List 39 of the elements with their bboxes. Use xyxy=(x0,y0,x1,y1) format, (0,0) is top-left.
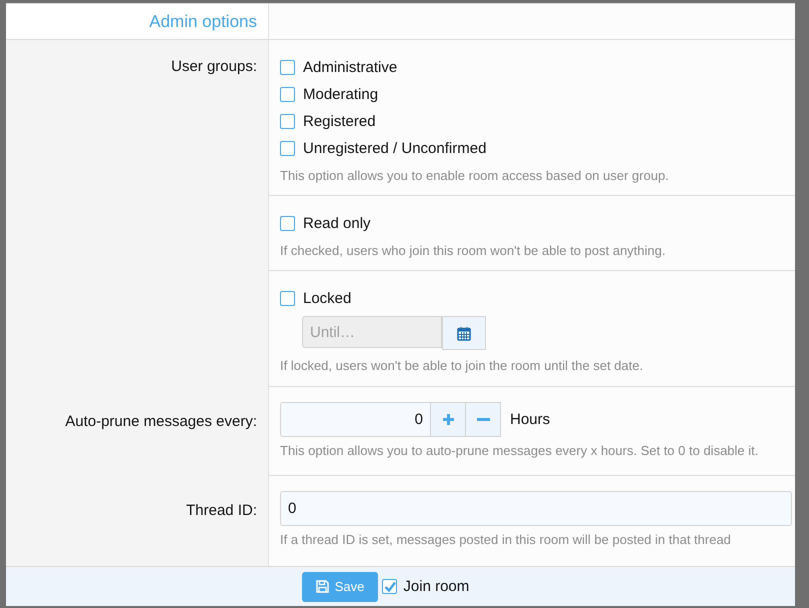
hint-text: If locked, users won't be able to join the room until the set date. xyxy=(280,358,644,373)
checkbox[interactable] xyxy=(280,291,295,306)
checkbox-option[interactable]: Registered xyxy=(280,108,795,135)
checkbox[interactable] xyxy=(280,114,295,129)
option-label: Join room xyxy=(403,578,470,595)
increment-button[interactable] xyxy=(431,402,466,437)
checkbox-option[interactable]: Locked xyxy=(280,285,795,312)
checkbox[interactable] xyxy=(280,60,295,75)
field-label: Thread ID: xyxy=(186,502,257,519)
checkbox[interactable] xyxy=(280,141,295,156)
number-field[interactable]: 0 xyxy=(280,402,431,437)
option-label: Unregistered / Unconfirmed xyxy=(303,140,486,157)
option-label: Administrative xyxy=(303,59,398,76)
checkbox-option[interactable]: Unregistered / Unconfirmed xyxy=(280,135,795,162)
option-label: Read only xyxy=(303,215,371,232)
hint-text: This option allows you to auto-prune messages every x hours. Set to 0 to disable it. xyxy=(280,443,760,458)
decrement-button[interactable] xyxy=(466,402,501,437)
checkbox-option[interactable]: Read only xyxy=(280,210,795,237)
checkbox-option[interactable]: Administrative xyxy=(280,54,795,81)
plus-icon xyxy=(442,413,454,426)
minus-icon xyxy=(476,418,490,421)
checkbox[interactable] xyxy=(382,579,398,594)
checkbox-option[interactable]: Moderating xyxy=(280,81,795,108)
calendar-icon xyxy=(457,326,471,340)
option-label: Registered xyxy=(303,113,376,130)
field-label: Auto-prune messages every: xyxy=(65,413,257,430)
checkbox[interactable] xyxy=(280,216,295,231)
hint-text: If checked, users who join this room won't be able to post anything. xyxy=(280,243,666,258)
hint-text: This option allows you to enable room access based on user group. xyxy=(280,168,670,183)
option-label: Locked xyxy=(303,290,352,307)
unit-label: Hours xyxy=(510,411,550,428)
checkbox[interactable] xyxy=(280,87,295,102)
calendar-button[interactable] xyxy=(442,316,486,350)
hint-text: If a thread ID is set, messages posted in this room will be posted in that thread xyxy=(280,532,732,547)
join-room-checkbox[interactable]: Join room xyxy=(382,573,470,600)
field-label: User groups: xyxy=(171,58,257,75)
option-label: Moderating xyxy=(303,86,378,103)
section-title: Admin options xyxy=(149,12,257,32)
thread-id-field[interactable]: 0 xyxy=(280,491,792,526)
